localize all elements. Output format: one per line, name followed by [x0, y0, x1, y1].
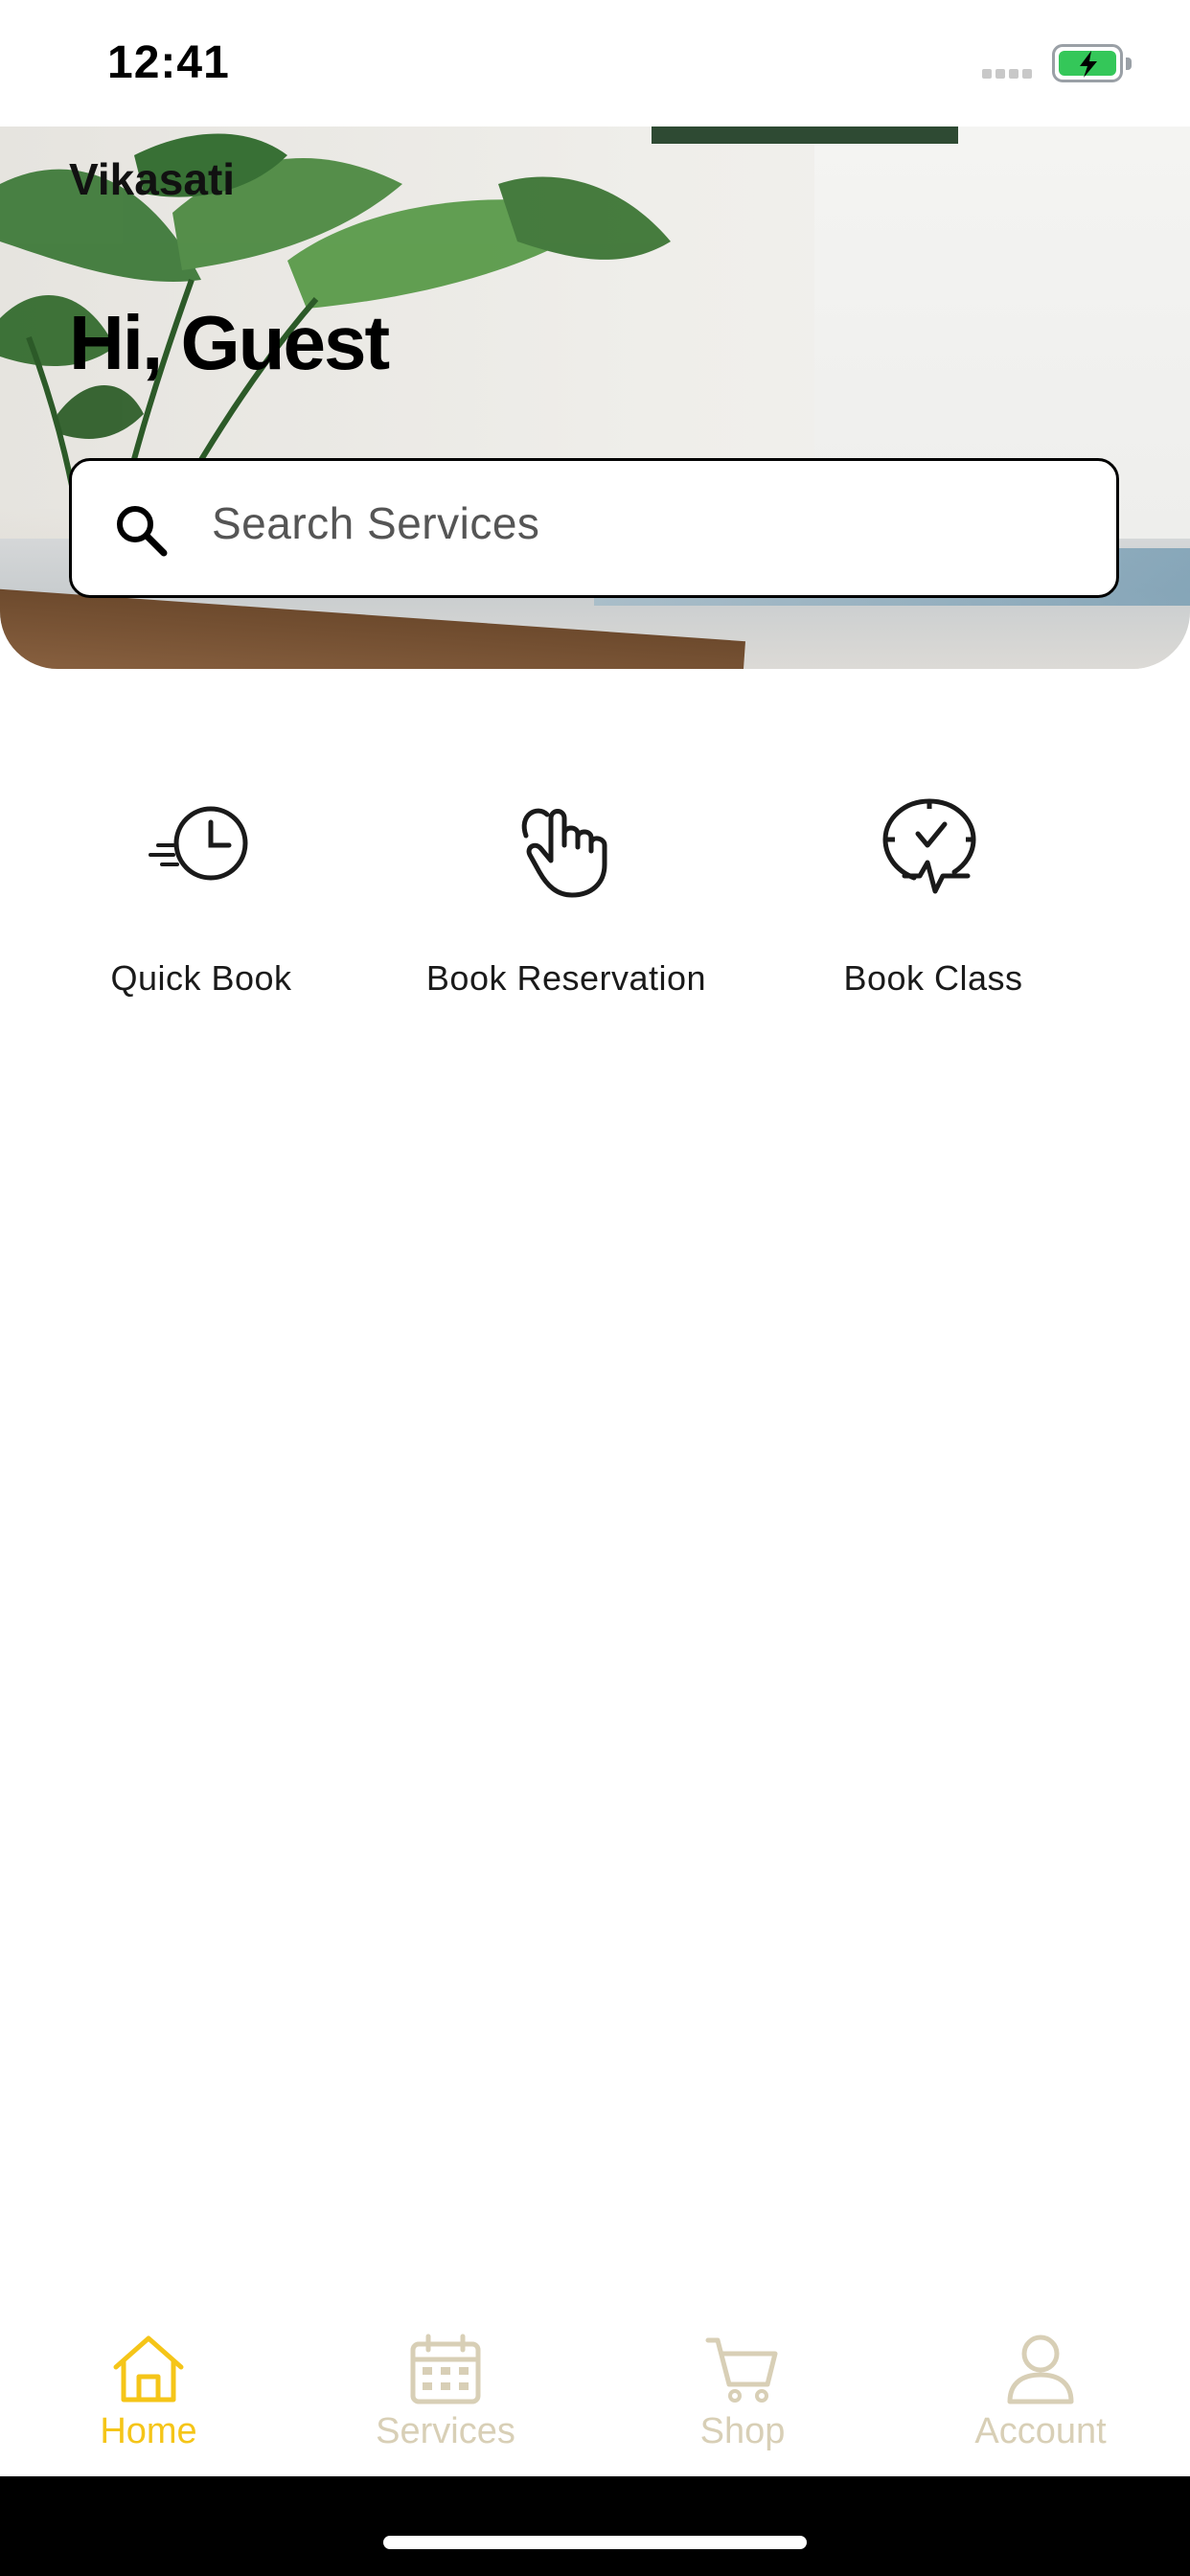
- battery-icon: [1052, 44, 1132, 82]
- status-bar: 12:41: [0, 0, 1190, 126]
- tab-bar: Home Services Shop Account: [0, 2310, 1190, 2476]
- tab-account-label: Account: [974, 2411, 1107, 2451]
- cart-icon: [705, 2337, 778, 2403]
- fast-clock-icon: [149, 806, 248, 881]
- book-class-button[interactable]: Book Class: [742, 786, 1125, 1006]
- tab-services[interactable]: Services: [350, 2310, 541, 2476]
- user-icon: [1007, 2334, 1074, 2404]
- hero-banner: Vikasati Hi, Guest Search Services: [0, 126, 1190, 669]
- book-reservation-label: Book Reservation: [425, 958, 707, 998]
- quick-book-button[interactable]: Quick Book: [10, 786, 393, 1006]
- quick-book-label: Quick Book: [110, 958, 292, 998]
- search-input[interactable]: Search Services: [69, 458, 1119, 598]
- home-icon: [113, 2335, 184, 2403]
- status-time: 12:41: [107, 37, 230, 88]
- tap-hand-icon: [521, 808, 607, 898]
- home-indicator[interactable]: [383, 2536, 807, 2549]
- book-reservation-button[interactable]: Book Reservation: [375, 786, 758, 1006]
- greeting-title: Hi, Guest: [69, 300, 390, 385]
- book-class-label: Book Class: [843, 958, 1023, 998]
- tab-home-label: Home: [100, 2411, 197, 2451]
- brand-name: Vikasati: [69, 154, 236, 204]
- tab-shop[interactable]: Shop: [647, 2310, 838, 2476]
- search-placeholder: Search Services: [212, 498, 540, 548]
- tab-account[interactable]: Account: [945, 2310, 1136, 2476]
- calendar-icon: [410, 2334, 481, 2404]
- search-icon: [117, 506, 168, 557]
- tab-home[interactable]: Home: [53, 2310, 244, 2476]
- tab-shop-label: Shop: [699, 2411, 786, 2451]
- home-indicator-area: [0, 2476, 1190, 2576]
- tab-services-label: Services: [376, 2411, 515, 2451]
- signal-icon: [982, 69, 1036, 80]
- clock-pulse-icon: [882, 798, 976, 894]
